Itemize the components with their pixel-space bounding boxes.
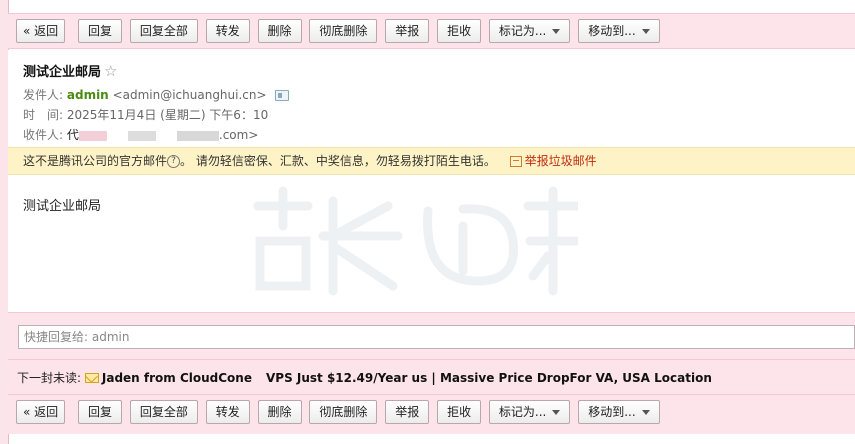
sender-name[interactable]: admin xyxy=(67,88,109,102)
notice-text-b: 。 请勿轻信密保、汇款、中奖信息，勿轻易拨打陌生电话。 xyxy=(180,154,496,168)
report-spam-link[interactable]: 举报垃圾邮件 xyxy=(525,154,597,168)
chevron-down-icon xyxy=(552,29,561,34)
report-button[interactable]: 举报 xyxy=(385,400,430,424)
mail-header: 测试企业邮局 ☆ 发件人: admin <admin@ichuanghui.cn>… xyxy=(8,50,855,147)
reply-all-button[interactable]: 回复全部 xyxy=(129,19,198,43)
top-toolbar: « 返回 回复 回复全部 转发 删除 彻底删除 举报 拒收 标记为... 移动到… xyxy=(8,13,855,49)
delete-permanent-button[interactable]: 彻底删除 xyxy=(309,19,378,43)
recipient-suffix: .com> xyxy=(218,128,259,142)
mark-as-dropdown[interactable]: 标记为... xyxy=(488,19,571,43)
time-row: 时 间: 2025年11月4日 (星期二) 下午6：10 xyxy=(23,105,855,125)
move-to-label: 移动到... xyxy=(588,405,636,419)
delete-button[interactable]: 删除 xyxy=(257,19,302,43)
reply-button[interactable]: 回复 xyxy=(78,19,123,43)
recipient-row: 收件人: 代 .com> xyxy=(23,125,855,145)
bottom-toolbar: « 返回 回复 回复全部 转发 删除 彻底删除 举报 拒收 标记为... 移动到… xyxy=(8,394,855,434)
mail-subject: 测试企业邮局 ☆ xyxy=(23,61,855,85)
mail-body: 测试企业邮局 xyxy=(8,175,855,313)
next-unread-sender[interactable]: Jaden from CloudCone xyxy=(102,371,252,385)
forward-button[interactable]: 转发 xyxy=(205,400,250,424)
sender-email: <admin@ichuanghui.cn> xyxy=(112,88,267,102)
chevron-down-icon xyxy=(552,410,561,415)
security-notice: 这不是腾讯公司的官方邮件?。 请勿轻信密保、汇款、中奖信息，勿轻易拨打陌生电话。… xyxy=(8,147,855,175)
next-unread-label: 下一封未读: xyxy=(17,371,82,385)
recipient-prefix: 代 xyxy=(66,128,79,142)
next-unread-subject[interactable]: VPS Just $12.49/Year us | Massive Price … xyxy=(266,371,712,385)
move-to-dropdown[interactable]: 移动到... xyxy=(578,400,660,424)
back-button[interactable]: « 返回 xyxy=(16,19,66,43)
reject-button[interactable]: 拒收 xyxy=(437,400,482,424)
mail-body-text: 测试企业邮局 xyxy=(23,199,102,214)
mark-as-label: 标记为... xyxy=(498,24,547,38)
quick-reply-zone xyxy=(8,313,855,359)
sender-row: 发件人: admin <admin@ichuanghui.cn> xyxy=(23,85,855,105)
star-icon[interactable]: ☆ xyxy=(104,62,117,80)
reject-button[interactable]: 拒收 xyxy=(437,19,482,43)
quick-reply-input[interactable] xyxy=(18,325,855,349)
move-to-dropdown[interactable]: 移动到... xyxy=(578,19,660,43)
mark-as-dropdown[interactable]: 标记为... xyxy=(488,400,571,424)
forward-button[interactable]: 转发 xyxy=(205,19,250,43)
chevron-down-icon xyxy=(641,410,650,415)
report-button[interactable]: 举报 xyxy=(385,19,430,43)
mark-as-label: 标记为... xyxy=(498,405,547,419)
question-icon[interactable]: ? xyxy=(167,155,181,168)
sender-label: 发件人: xyxy=(23,88,64,102)
delete-button[interactable]: 删除 xyxy=(257,400,302,424)
envelope-icon xyxy=(84,372,99,383)
time-value: 2025年11月4日 (星期二) 下午6：10 xyxy=(66,108,269,122)
subject-text: 测试企业邮局 xyxy=(23,65,102,80)
notice-text-a: 这不是腾讯公司的官方邮件 xyxy=(23,154,168,168)
move-to-label: 移动到... xyxy=(588,24,636,38)
report-icon xyxy=(509,156,522,167)
delete-permanent-button[interactable]: 彻底删除 xyxy=(309,400,378,424)
reply-all-button[interactable]: 回复全部 xyxy=(129,400,198,424)
next-unread-row: 下一封未读: Jaden from CloudCone VPS Just $12.… xyxy=(8,359,855,394)
back-button[interactable]: « 返回 xyxy=(16,400,66,424)
time-label: 时 间: xyxy=(23,108,64,122)
recipient-label: 收件人: xyxy=(23,128,64,142)
reply-button[interactable]: 回复 xyxy=(78,400,123,424)
contact-card-icon[interactable] xyxy=(275,90,290,101)
redacted-recipient xyxy=(78,130,219,141)
watermark-logo xyxy=(253,186,578,296)
chevron-down-icon xyxy=(641,29,650,34)
